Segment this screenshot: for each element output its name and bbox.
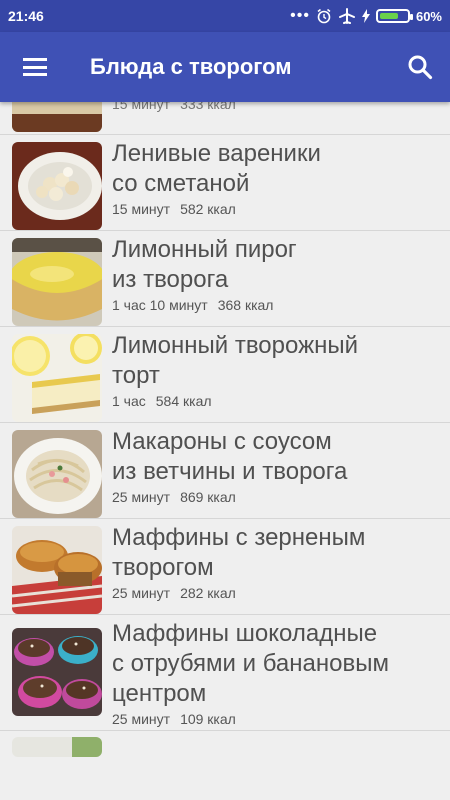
recipe-time: 25 минут bbox=[112, 711, 171, 727]
battery-icon bbox=[375, 9, 413, 23]
recipe-image bbox=[12, 737, 102, 757]
recipe-meta: 25 минут 282 ккал bbox=[112, 585, 440, 601]
recipe-kcal: 333 ккал bbox=[180, 102, 236, 112]
recipe-image bbox=[12, 526, 102, 614]
recipe-image bbox=[12, 238, 102, 326]
battery-percent: 60% bbox=[415, 8, 442, 24]
recipe-meta: 15 минут 333 ккал bbox=[112, 102, 440, 112]
recipe-list[interactable]: 15 минут 333 ккал Ленивые вареники со сме… bbox=[0, 102, 450, 800]
recipe-meta: 1 час 10 минут 368 ккал bbox=[112, 297, 440, 313]
recipe-item[interactable]: 15 минут 333 ккал bbox=[0, 102, 450, 135]
recipe-image bbox=[12, 430, 102, 518]
recipe-title: Ленивые вареники со сметаной bbox=[112, 140, 321, 197]
recipe-meta: 25 минут 869 ккал bbox=[112, 489, 440, 505]
recipe-info: Макароны с соусом из ветчины и творога 2… bbox=[112, 427, 440, 505]
alarm-icon bbox=[317, 8, 331, 24]
recipe-info: Маффины шоколадные с отрубями и банановы… bbox=[112, 619, 440, 727]
status-icons: ••• 60% bbox=[290, 8, 442, 24]
status-bar: 21:46 ••• 60% bbox=[0, 0, 450, 32]
recipe-kcal: 282 ккал bbox=[180, 585, 236, 601]
recipe-time: 25 минут bbox=[112, 585, 171, 601]
recipe-kcal: 109 ккал bbox=[180, 711, 236, 727]
recipe-time: 15 минут bbox=[112, 201, 171, 217]
charging-icon bbox=[361, 9, 370, 23]
recipe-item[interactable]: Лимонный пирог из творога 1 час 10 минут… bbox=[0, 231, 450, 327]
search-icon bbox=[408, 55, 433, 80]
recipe-info: Маффины с зерненым творогом 25 минут 282 … bbox=[112, 523, 440, 601]
status-time: 21:46 bbox=[8, 8, 44, 24]
search-button[interactable] bbox=[390, 32, 450, 102]
recipe-info: Лимонный пирог из творога 1 час 10 минут… bbox=[112, 235, 440, 313]
recipe-item[interactable]: Ленивые вареники со сметаной 15 минут 582… bbox=[0, 135, 450, 231]
recipe-image bbox=[12, 334, 102, 422]
recipe-title: Макароны с соусом из ветчины и творога bbox=[112, 428, 348, 485]
recipe-kcal: 869 ккал bbox=[180, 489, 236, 505]
recipe-kcal: 582 ккал bbox=[180, 201, 236, 217]
recipe-item[interactable]: Маффины с зерненым творогом 25 минут 282 … bbox=[0, 519, 450, 615]
page-title: Блюда с творогом bbox=[90, 54, 292, 79]
recipe-meta: 1 час 584 ккал bbox=[112, 393, 440, 409]
menu-button[interactable] bbox=[0, 32, 70, 102]
recipe-time: 25 минут bbox=[112, 489, 171, 505]
recipe-meta: 15 минут 582 ккал bbox=[112, 201, 440, 217]
recipe-kcal: 584 ккал bbox=[155, 393, 212, 409]
hamburger-menu-icon bbox=[23, 58, 47, 76]
recipe-item[interactable]: Маффины шоколадные с отрубями и банановы… bbox=[0, 615, 450, 731]
recipe-title: Лимонный пирог из творога bbox=[112, 236, 297, 293]
recipe-item[interactable]: Макароны с соусом из ветчины и творога 2… bbox=[0, 423, 450, 519]
recipe-time: 1 час bbox=[112, 393, 146, 409]
recipe-title: Маффины с зерненым творогом bbox=[112, 524, 366, 581]
recipe-info: Лимонный творожный торт 1 час 584 ккал bbox=[112, 331, 440, 409]
recipe-item[interactable]: Лимонный творожный торт 1 час 584 ккал bbox=[0, 327, 450, 423]
recipe-title: Маффины шоколадные с отрубями и банановы… bbox=[112, 620, 389, 707]
airplane-mode-icon bbox=[338, 8, 355, 24]
recipe-image bbox=[12, 142, 102, 230]
recipe-time: 1 час 10 минут bbox=[112, 297, 208, 313]
app-bar: Блюда с творогом bbox=[0, 32, 450, 102]
recipe-item[interactable] bbox=[0, 731, 450, 771]
recipe-info: Ленивые вареники со сметаной 15 минут 582… bbox=[112, 139, 440, 217]
recipe-title: Лимонный творожный торт bbox=[112, 332, 359, 389]
recipe-image bbox=[12, 102, 102, 132]
recipe-image bbox=[12, 628, 102, 716]
recipe-meta: 25 минут 109 ккал bbox=[112, 711, 440, 727]
recipe-kcal: 368 ккал bbox=[217, 297, 274, 313]
more-notifications-icon: ••• bbox=[290, 7, 310, 24]
recipe-time: 15 минут bbox=[112, 102, 171, 112]
recipe-info: 15 минут 333 ккал bbox=[112, 102, 440, 112]
